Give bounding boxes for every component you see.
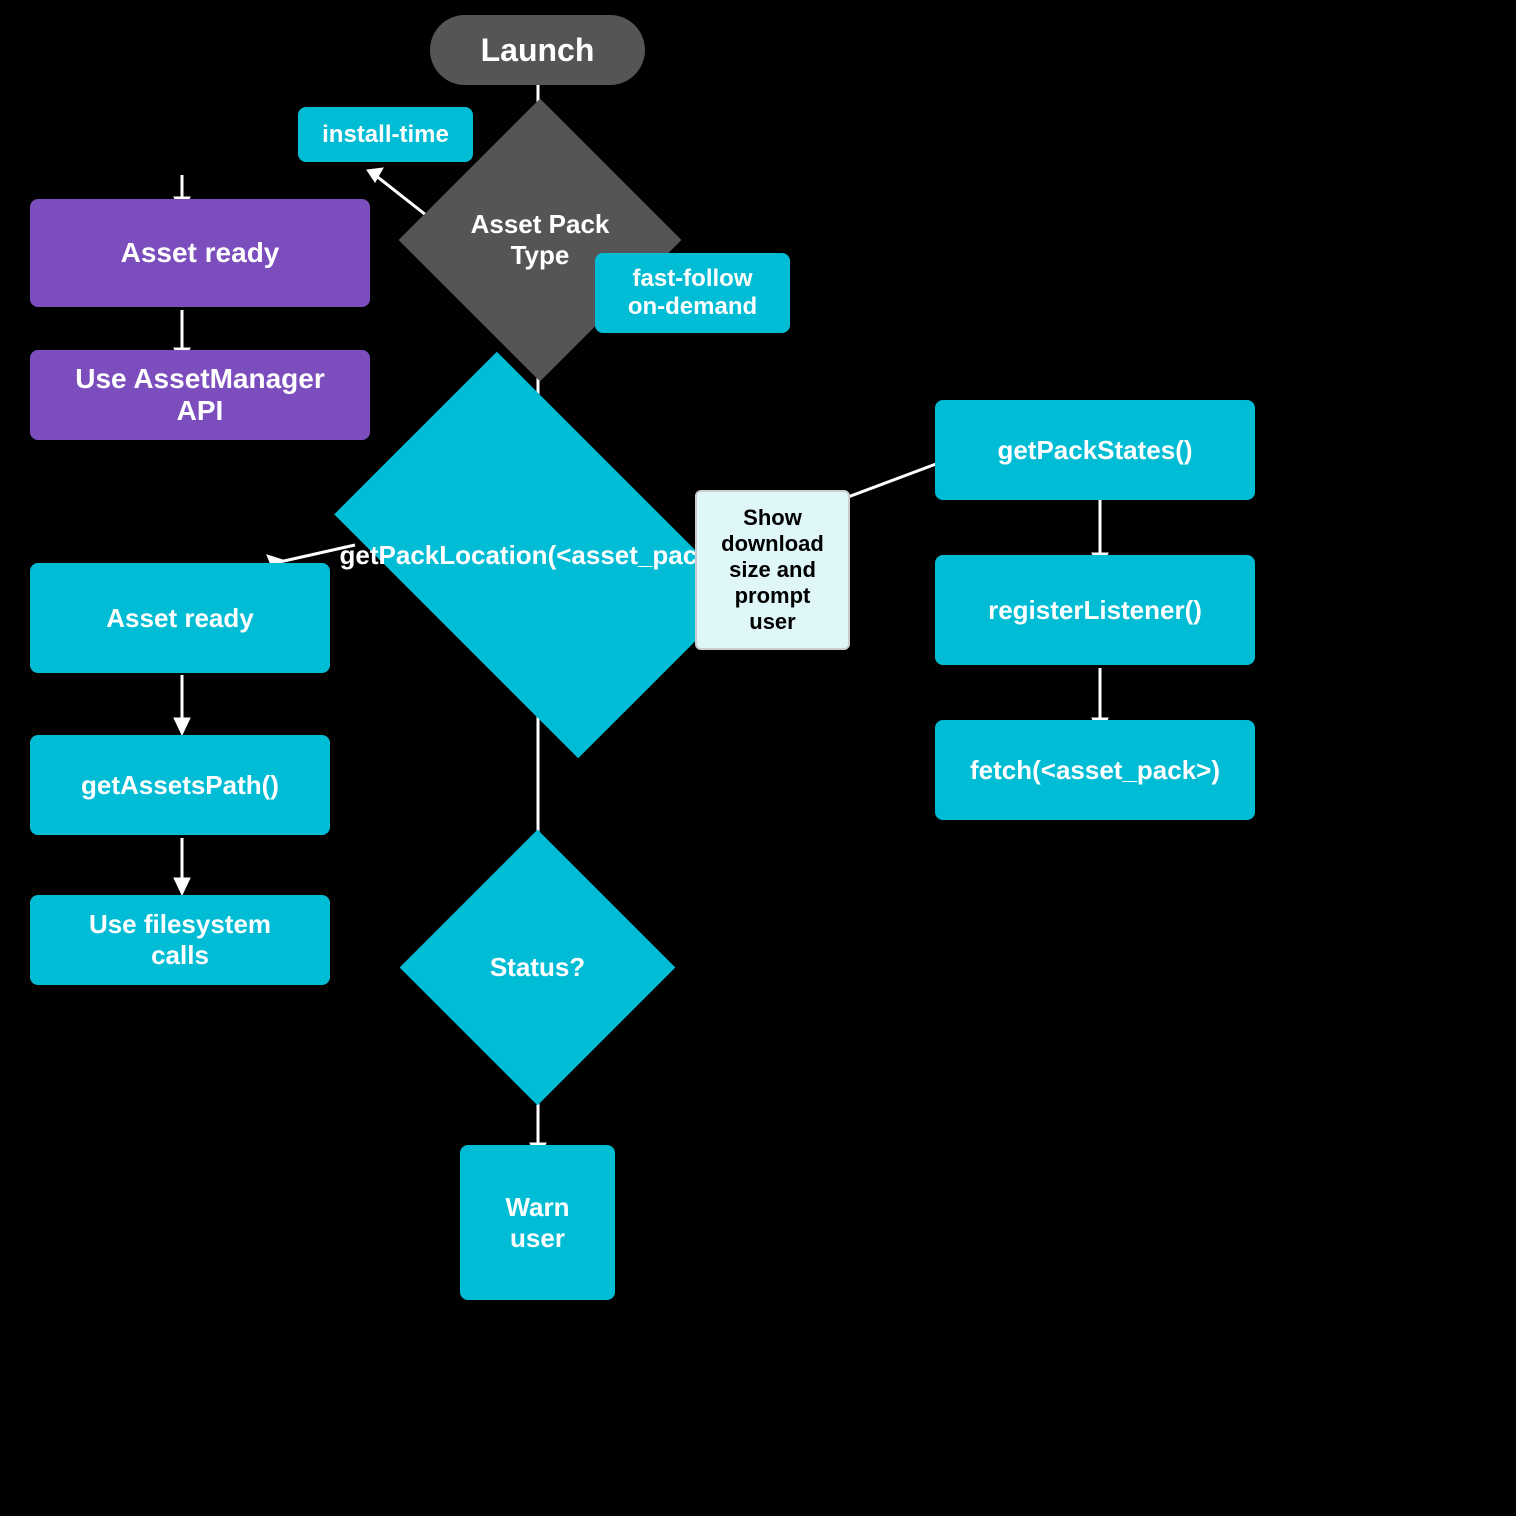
asset-ready-1-node: Asset ready — [30, 199, 370, 307]
get-assets-path-node: getAssetsPath() — [30, 735, 330, 835]
status-label: Status? — [440, 870, 635, 1065]
get-pack-location-diamond: getPackLocation(<asset_pack>) — [334, 352, 741, 759]
show-download-size-node: Show download size and prompt user — [695, 490, 850, 650]
warn-user-node: Warn user — [460, 1145, 615, 1300]
use-filesystem-calls-node: Use filesystem calls — [30, 895, 330, 985]
flowchart: Launch install-time Asset Pack Type Asse… — [0, 0, 1516, 1516]
asset-ready-2-node: Asset ready — [30, 563, 330, 673]
get-pack-states-node: getPackStates() — [935, 400, 1255, 500]
use-asset-manager-api-node: Use AssetManager API — [30, 350, 370, 440]
launch-node: Launch — [430, 15, 645, 85]
get-pack-location-label: getPackLocation(<asset_pack>) — [365, 440, 710, 670]
status-diamond: Status? — [400, 830, 676, 1106]
register-listener-node: registerListener() — [935, 555, 1255, 665]
fast-follow-label: fast-follow on-demand — [595, 253, 790, 333]
asset-pack-type-diamond: Asset Pack Type — [399, 99, 682, 382]
fetch-asset-pack-node: fetch(<asset_pack>) — [935, 720, 1255, 820]
